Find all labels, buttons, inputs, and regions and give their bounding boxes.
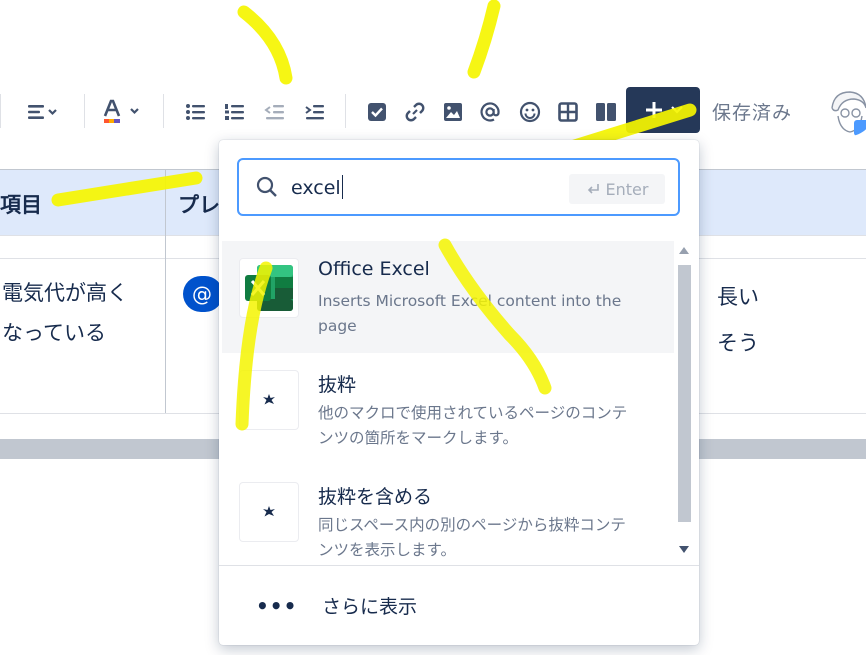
- emoji-icon: [519, 101, 541, 123]
- ellipsis-icon: •••: [256, 594, 298, 618]
- list-item-excerpt-include[interactable]: 抜粋を含める 同じスペース内の別のページから抜粋コンテンツを表示します。: [222, 465, 674, 563]
- task-button[interactable]: [361, 84, 393, 140]
- table-icon: [558, 102, 578, 122]
- chevron-down-icon: [671, 106, 683, 114]
- outdent-button[interactable]: [259, 84, 291, 140]
- emoji-button[interactable]: [514, 84, 546, 140]
- item-description: 他のマクロで使用されているページのコンテンツの箇所をマークします。: [318, 404, 628, 447]
- table-header-cell: プレ: [178, 193, 220, 217]
- toolbar-divider: [345, 94, 346, 128]
- item-title: Office Excel: [318, 258, 430, 280]
- table-column-divider: [165, 169, 166, 413]
- list-item-excerpt[interactable]: 抜粋 他のマクロで使用されているページのコンテンツの箇所をマークします。: [222, 353, 674, 465]
- item-icon-frame: [239, 482, 299, 542]
- enter-hint-label: Enter: [605, 179, 649, 199]
- bullet-list-button[interactable]: [180, 84, 212, 140]
- avatar[interactable]: [824, 86, 866, 136]
- bullet-list-icon: [186, 104, 205, 120]
- enter-key-icon: [587, 184, 599, 194]
- indent-icon: [305, 105, 324, 120]
- mention-icon: [480, 102, 500, 122]
- table-header-cell: 項目: [0, 193, 42, 217]
- item-description: Inserts Microsoft Excel content into the…: [318, 292, 622, 335]
- insert-button[interactable]: [626, 87, 700, 133]
- image-icon: [444, 103, 462, 121]
- scrollbar[interactable]: [674, 241, 694, 563]
- layout-button[interactable]: [590, 84, 622, 140]
- plus-icon: [646, 102, 662, 118]
- text-color-icon: [103, 99, 139, 123]
- search-icon: [256, 176, 277, 197]
- align-icon: [28, 105, 57, 119]
- macro-icon: [263, 394, 275, 405]
- table-cell-text[interactable]: 長い: [717, 281, 759, 311]
- item-title: 抜粋を含める: [318, 486, 433, 508]
- task-icon: [368, 103, 386, 121]
- macro-icon: [263, 506, 275, 517]
- item-description: 同じスペース内の別のページから抜粋コンテンツを表示します。: [318, 516, 626, 559]
- toolbar-divider: [84, 94, 85, 128]
- mention-chip[interactable]: @実: [183, 276, 223, 312]
- insert-menu-dropdown: excel Enter Office Excel Inserts Microso…: [219, 140, 699, 645]
- image-button[interactable]: [437, 84, 469, 140]
- align-button[interactable]: [14, 84, 66, 140]
- table-cell-text[interactable]: そう: [717, 327, 759, 357]
- numbered-list-button[interactable]: [219, 84, 251, 140]
- toolbar-divider: [163, 94, 164, 128]
- scroll-down-icon[interactable]: [679, 546, 689, 553]
- search-value: excel: [291, 175, 343, 199]
- show-more-button[interactable]: ••• さらに表示: [219, 566, 699, 645]
- indent-button[interactable]: [299, 84, 331, 140]
- toolbar-divider: [0, 94, 1, 128]
- text-caret: [341, 175, 343, 199]
- search-input[interactable]: excel Enter: [237, 158, 680, 216]
- link-button[interactable]: [399, 84, 431, 140]
- mention-button[interactable]: [474, 84, 506, 140]
- layout-icon: [596, 103, 616, 121]
- item-icon-frame: [239, 370, 299, 430]
- table-cell-text[interactable]: 電気代が高く: [2, 273, 128, 313]
- show-more-label: さらに表示: [322, 596, 418, 618]
- save-status: 保存済み: [712, 102, 793, 124]
- scroll-up-icon[interactable]: [679, 247, 689, 254]
- link-icon: [405, 102, 425, 122]
- list-item-office-excel[interactable]: Office Excel Inserts Microsoft Excel con…: [222, 241, 674, 353]
- text-color-button[interactable]: [96, 84, 148, 140]
- item-title: 抜粋: [318, 374, 357, 396]
- search-value-text: excel: [291, 177, 341, 199]
- excel-icon: [245, 265, 293, 311]
- item-icon-frame: [239, 258, 299, 318]
- table-button[interactable]: [552, 84, 584, 140]
- numbered-list-icon: [225, 104, 244, 120]
- enter-hint: Enter: [569, 174, 665, 204]
- avatar-illustration: [824, 86, 866, 136]
- result-list: Office Excel Inserts Microsoft Excel con…: [222, 241, 674, 563]
- scrollbar-thumb[interactable]: [678, 265, 691, 522]
- outdent-icon: [264, 105, 284, 120]
- table-cell-text[interactable]: なっている: [2, 313, 106, 353]
